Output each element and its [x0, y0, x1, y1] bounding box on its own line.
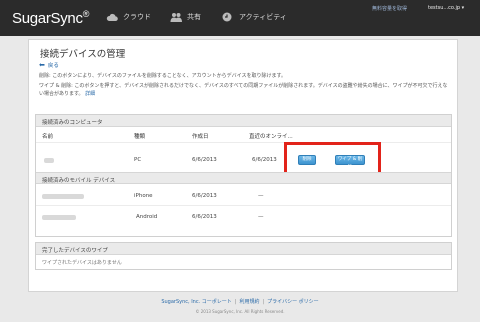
wipe-description: ワイプ & 削除: このボタンを押すと、デバイスが削除されるだけでなく、デバイス… [39, 83, 448, 97]
connected-devices-section: 接続済みのコンピュータ 名前 種類 作成日 直近のオンライ... PC 6/6/… [35, 114, 452, 237]
iphone-type: iPhone [134, 193, 153, 199]
account-menu[interactable]: testsu...co.jp ▾ [428, 5, 464, 11]
divider [36, 205, 451, 206]
nav-cloud[interactable]: クラウド [106, 12, 151, 22]
pc-last-online: 6/6/2013 [252, 157, 277, 163]
footer-links: SugarSync, Inc. コーポレート | 利用規約 | プライバシー ポリシー [161, 299, 319, 305]
device-name-redacted [42, 194, 84, 199]
back-link[interactable]: ⬅ 戻る [39, 61, 59, 69]
nav-activity-label: アクティビティ [239, 13, 287, 21]
device-name-redacted [44, 158, 54, 163]
divider [36, 142, 451, 143]
footer-privacy-link[interactable]: プライバシー ポリシー [267, 299, 319, 305]
nav-cloud-label: クラウド [123, 13, 151, 21]
delete-description: 削除: このボタンにより、デバイスのファイルを削除することなく、アカウントからデ… [39, 73, 287, 79]
pc-type: PC [134, 157, 142, 163]
details-link[interactable]: 詳細 [85, 91, 95, 97]
back-arrow-icon: ⬅ [39, 61, 45, 69]
people-icon [170, 13, 182, 22]
col-last-online: 直近のオンライ... [249, 134, 293, 140]
activity-icon [222, 12, 232, 22]
wipe-empty-message: ワイプされたデバイスはありません [42, 260, 122, 266]
computers-header: 接続済みのコンピュータ [36, 115, 451, 127]
iphone-last-online: — [258, 193, 264, 199]
col-name: 名前 [42, 134, 54, 140]
col-type: 種類 [134, 134, 146, 140]
iphone-created: 6/6/2013 [192, 193, 217, 199]
get-free-space-link[interactable]: 無料容量を取得 [372, 5, 407, 12]
copyright: © 2013 SugarSync, Inc. All Rights Reserv… [195, 309, 285, 314]
col-created: 作成日 [192, 134, 209, 140]
device-name-redacted [42, 215, 76, 220]
pc-created: 6/6/2013 [192, 157, 217, 163]
nav-share-label: 共有 [187, 13, 201, 21]
back-label: 戻る [47, 63, 59, 69]
android-created: 6/6/2013 [192, 214, 217, 220]
footer-terms-link[interactable]: 利用規約 [239, 299, 259, 305]
top-bar: SugarSync® クラウド 共有 アクティビティ 無料容量を取得 tests… [0, 0, 480, 36]
nav-activity[interactable]: アクティビティ [222, 12, 287, 22]
cloud-icon [106, 13, 118, 21]
mobile-header: 接続済みのモバイル デバイス [36, 172, 451, 184]
wipe-header: 完了したデバイスのワイプ [36, 243, 451, 255]
main-panel: 接続デバイスの管理 ⬅ 戻る 削除: このボタンにより、デバイスのファイルを削除… [28, 39, 458, 292]
wiped-devices-section: 完了したデバイスのワイプ ワイプされたデバイスはありません [35, 242, 452, 270]
page-title: 接続デバイスの管理 [40, 49, 126, 60]
android-type: Android [136, 214, 158, 220]
nav-share[interactable]: 共有 [170, 12, 201, 22]
android-last-online: — [258, 214, 264, 220]
sugarsync-logo[interactable]: SugarSync® [12, 9, 89, 27]
footer-corporate-link[interactable]: SugarSync, Inc. コーポレート [161, 299, 231, 305]
